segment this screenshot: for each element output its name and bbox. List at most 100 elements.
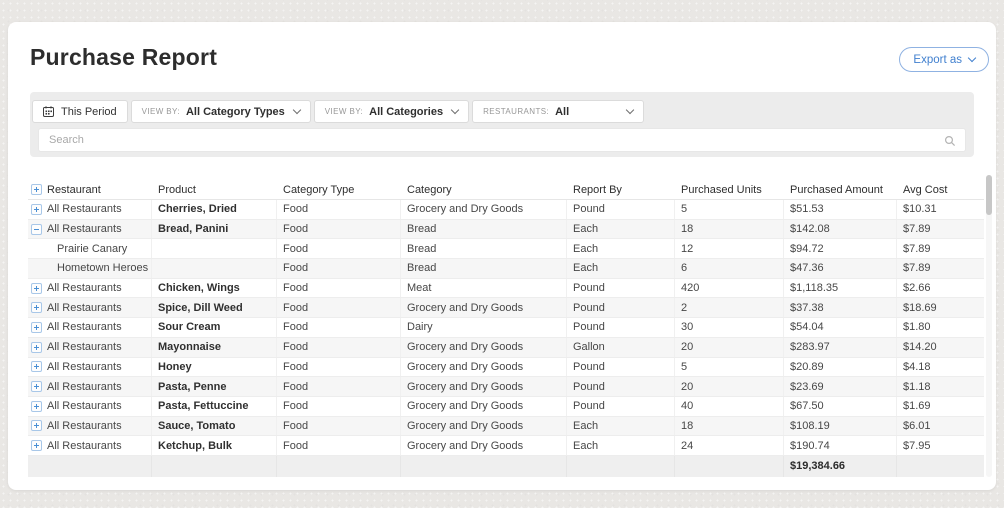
expand-row-icon[interactable] [31,401,42,412]
restaurants-dropdown[interactable]: RESTAURANTS: All [472,100,644,123]
cell-product: Spice, Dill Weed [152,298,277,317]
expand-row-icon[interactable] [31,381,42,392]
cell-purchased-amount: $108.19 [784,417,897,436]
column-header-category-type[interactable]: Category Type [277,180,401,199]
expand-row-icon[interactable] [31,322,42,333]
chevron-down-icon [451,106,459,114]
cell-restaurant: All Restaurants [28,220,152,239]
period-filter-button[interactable]: This Period [32,100,128,123]
cell-purchased-units: 24 [675,436,784,455]
cell-restaurant: All Restaurants [28,397,152,416]
cell-report-by: Pound [567,298,675,317]
cell-category-type: Food [277,436,401,455]
restaurant-name: All Restaurants [47,400,122,412]
cell-avg-cost: $14.20 [897,338,984,357]
expand-row-icon[interactable] [31,302,42,313]
cell-category-type: Food [277,239,401,258]
search-input[interactable] [39,129,965,151]
column-header-label: Product [158,184,196,196]
cell-category: Grocery and Dry Goods [401,200,567,219]
cell-avg-cost: $1.69 [897,397,984,416]
cell-report-by: Pound [567,318,675,337]
search-bar [38,128,966,152]
cell-product: Honey [152,358,277,377]
expand-row-icon[interactable] [31,440,42,451]
cell-restaurant: All Restaurants [28,436,152,455]
cell-avg-cost: $7.89 [897,259,984,278]
export-as-button[interactable]: Export as [899,47,989,72]
column-header-avg-cost[interactable]: Avg Cost [897,180,984,199]
column-header-label: Avg Cost [903,184,947,196]
cell-product: Chicken, Wings [152,279,277,298]
cell-category: Grocery and Dry Goods [401,338,567,357]
cell-product: Sauce, Tomato [152,417,277,436]
restaurants-dropdown-label: RESTAURANTS: [483,107,549,116]
cell-restaurant: All Restaurants [28,298,152,317]
column-header-report-by[interactable]: Report By [567,180,675,199]
restaurant-name: Prairie Canary [57,243,127,255]
cell-restaurant: Prairie Canary [28,239,152,258]
restaurant-name: All Restaurants [47,282,122,294]
table-row: All RestaurantsKetchup, BulkFoodGrocery … [28,436,984,456]
category-types-dropdown[interactable]: VIEW BY: All Category Types [131,100,311,123]
cell-purchased-amount: $20.89 [784,358,897,377]
expand-row-icon[interactable] [31,204,42,215]
scrollbar-thumb[interactable] [986,175,992,215]
restaurant-name: All Restaurants [47,361,122,373]
report-card: Purchase Report Export as [8,22,996,490]
cell-report-by: Pound [567,377,675,396]
cell-category-type: Food [277,358,401,377]
calendar-icon [43,106,54,117]
cell-avg-cost: $1.18 [897,377,984,396]
column-header-purchased-amount[interactable]: Purchased Amount [784,180,897,199]
cell-report-by: Pound [567,200,675,219]
table-row: All RestaurantsSauce, TomatoFoodGrocery … [28,417,984,437]
cell-report-by: Pound [567,397,675,416]
cell-avg-cost: $7.89 [897,239,984,258]
collapse-row-icon[interactable] [31,224,42,235]
expand-row-icon[interactable] [31,283,42,294]
table-row: All RestaurantsPasta, PenneFoodGrocery a… [28,377,984,397]
cell-purchased-units: 5 [675,358,784,377]
restaurant-name: All Restaurants [47,341,122,353]
cell-purchased-units: 6 [675,259,784,278]
cell-purchased-units: 20 [675,377,784,396]
table-body: All RestaurantsCherries, DriedFoodGrocer… [28,200,984,456]
restaurant-name: All Restaurants [47,223,122,235]
cell-purchased-amount: $94.72 [784,239,897,258]
column-header-category[interactable]: Category [401,180,567,199]
cell-report-by: Each [567,259,675,278]
expand-all-icon[interactable] [31,184,42,195]
column-header-label: Purchased Amount [790,184,883,196]
column-header-purchased-units[interactable]: Purchased Units [675,180,784,199]
expand-row-icon[interactable] [31,420,42,431]
cell-purchased-units: 30 [675,318,784,337]
cell-purchased-units: 20 [675,338,784,357]
table-scrollbar[interactable] [986,175,992,477]
cell-purchased-amount: $283.97 [784,338,897,357]
chevron-down-icon [968,54,976,62]
categories-dropdown-value: All Categories [369,106,443,118]
table-row: All RestaurantsSour CreamFoodDairyPound3… [28,318,984,338]
table-row: All RestaurantsHoneyFoodGrocery and Dry … [28,358,984,378]
cell-report-by: Each [567,436,675,455]
column-header-product[interactable]: Product [152,180,277,199]
restaurant-name: All Restaurants [47,321,122,333]
restaurant-name: All Restaurants [47,203,122,215]
restaurant-name: All Restaurants [47,420,122,432]
expand-row-icon[interactable] [31,361,42,372]
categories-dropdown[interactable]: VIEW BY: All Categories [314,100,469,123]
cell-restaurant: All Restaurants [28,358,152,377]
cell-category-type: Food [277,220,401,239]
cell-purchased-amount: $23.69 [784,377,897,396]
column-header-restaurant[interactable]: Restaurant [28,180,152,199]
cell-product: Cherries, Dried [152,200,277,219]
cell-category-type: Food [277,338,401,357]
table-total-row: $19,384.66 [28,456,984,477]
cell-category: Grocery and Dry Goods [401,377,567,396]
cell-product: Sour Cream [152,318,277,337]
cell-category-type: Food [277,298,401,317]
expand-row-icon[interactable] [31,342,42,353]
cell-restaurant: All Restaurants [28,338,152,357]
cell-purchased-amount: $1,118.35 [784,279,897,298]
